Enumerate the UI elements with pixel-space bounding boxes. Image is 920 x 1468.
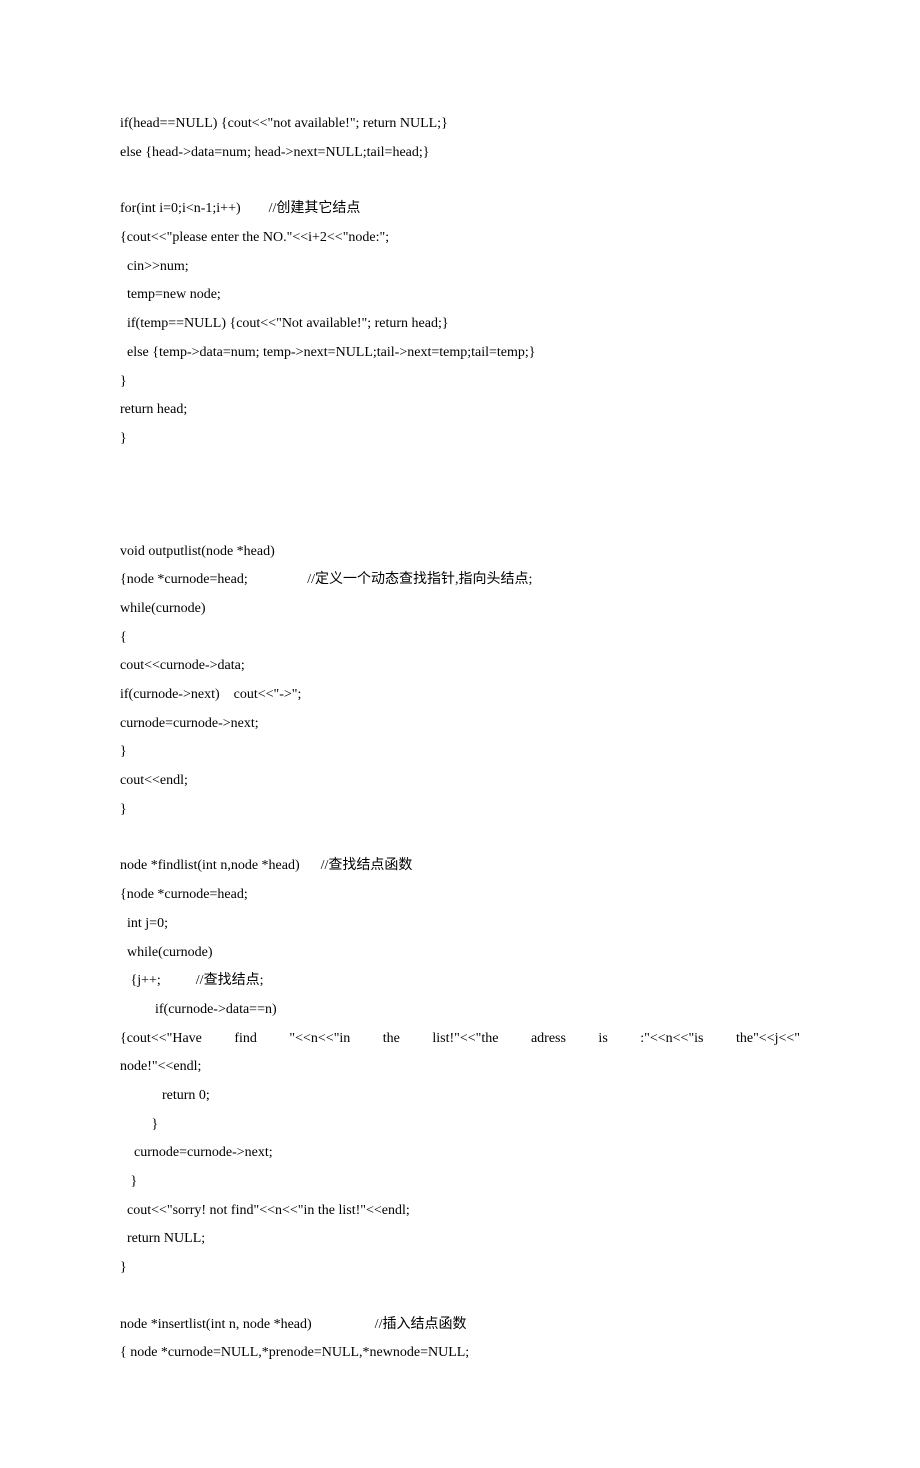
code-line: } bbox=[120, 368, 800, 397]
code-line: node *findlist(int n,node *head) //查找结点函… bbox=[120, 852, 800, 881]
code-line: temp=new node; bbox=[120, 281, 800, 310]
blank-line bbox=[120, 824, 800, 852]
code-line: if(temp==NULL) {cout<<"Not available!"; … bbox=[120, 310, 800, 339]
code-line: curnode=curnode->next; bbox=[120, 710, 800, 739]
blank-line bbox=[120, 482, 800, 510]
code-line: } bbox=[120, 1111, 800, 1140]
code-line: cout<<curnode->data; bbox=[120, 652, 800, 681]
code-line: { bbox=[120, 624, 800, 653]
code-line: { node *curnode=NULL,*prenode=NULL,*newn… bbox=[120, 1339, 800, 1368]
code-line: } bbox=[120, 425, 800, 454]
code-line: return 0; bbox=[120, 1082, 800, 1111]
code-line: else {temp->data=num; temp->next=NULL;ta… bbox=[120, 339, 800, 368]
blank-line bbox=[120, 1283, 800, 1311]
code-line: cout<<"sorry! not find"<<n<<"in the list… bbox=[120, 1197, 800, 1226]
code-line: void outputlist(node *head) bbox=[120, 538, 800, 567]
code-page: if(head==NULL) {cout<<"not available!"; … bbox=[0, 0, 920, 1468]
code-line: node *insertlist(int n, node *head) //插入… bbox=[120, 1311, 800, 1340]
code-line: if(curnode->data==n) bbox=[120, 996, 800, 1025]
code-line: if(curnode->next) cout<<"->"; bbox=[120, 681, 800, 710]
code-line: if(head==NULL) {cout<<"not available!"; … bbox=[120, 110, 800, 139]
code-line: } bbox=[120, 1168, 800, 1197]
code-line: return NULL; bbox=[120, 1225, 800, 1254]
blank-line bbox=[120, 167, 800, 195]
code-line: {j++; //查找结点; bbox=[120, 967, 800, 996]
code-line: } bbox=[120, 1254, 800, 1283]
code-line: {node *curnode=head; bbox=[120, 881, 800, 910]
code-line: else {head->data=num; head->next=NULL;ta… bbox=[120, 139, 800, 168]
code-line: return head; bbox=[120, 396, 800, 425]
code-line: {node *curnode=head; //定义一个动态查找指针,指向头结点; bbox=[120, 566, 800, 595]
code-line: cout<<endl; bbox=[120, 767, 800, 796]
code-line: cin>>num; bbox=[120, 253, 800, 282]
code-line: for(int i=0;i<n-1;i++) //创建其它结点 bbox=[120, 195, 800, 224]
code-line: curnode=curnode->next; bbox=[120, 1139, 800, 1168]
code-line: } bbox=[120, 796, 800, 825]
blank-line bbox=[120, 454, 800, 482]
blank-line bbox=[120, 510, 800, 538]
code-line: while(curnode) bbox=[120, 595, 800, 624]
code-line: int j=0; bbox=[120, 910, 800, 939]
code-line: {cout<<"Have find "<<n<<"in the list!"<<… bbox=[120, 1025, 800, 1054]
code-line: {cout<<"please enter the NO."<<i+2<<"nod… bbox=[120, 224, 800, 253]
code-line: while(curnode) bbox=[120, 939, 800, 968]
code-line: node!"<<endl; bbox=[120, 1053, 800, 1082]
code-line: } bbox=[120, 738, 800, 767]
